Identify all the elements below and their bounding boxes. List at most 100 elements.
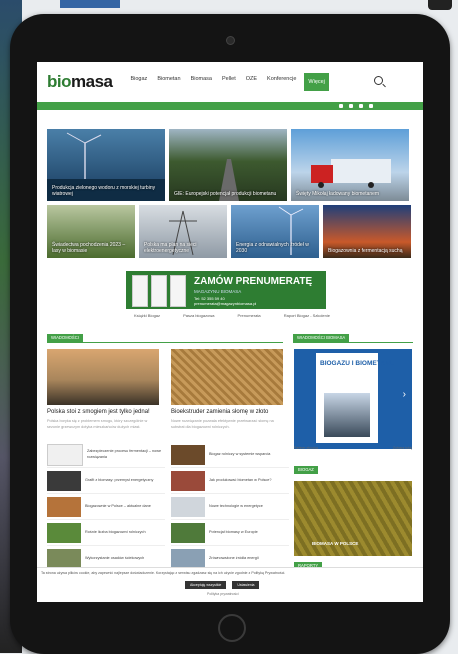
accept-cookies-button[interactable]: Akceptuję wszystkie (185, 581, 227, 589)
list-item[interactable]: Nowe technologie w energetyce (171, 494, 289, 520)
thumbnail (47, 470, 81, 491)
logo-masa: masa (71, 72, 113, 91)
banner-subtitle: MAGAZYNU BIOMASA (194, 289, 242, 294)
list-item[interactable]: Biogazownie w Polsce – aktualne dane (47, 494, 165, 520)
ebook-partner: Partner ebooka (294, 446, 318, 450)
ebook-photo (324, 393, 370, 437)
list-item-title: Zabezpieczenie procesu fermentacji – now… (87, 449, 162, 459)
article-title: GIE: Europejski potencjał produkcji biom… (174, 191, 277, 197)
nav-pellet[interactable]: Pellet (220, 73, 238, 91)
twitter-icon[interactable] (359, 104, 363, 108)
main-nav: Biogaz Biometan Biomasa Pellet OZE Konfe… (128, 73, 329, 91)
thumbnail (47, 548, 81, 569)
featured-excerpt: Polska boryka się z problemem smogu, któ… (47, 419, 148, 429)
nav-biometan[interactable]: Biometan (155, 73, 182, 91)
ebook-footer: Partner ebooka Zobacz tutaj (294, 446, 412, 450)
article-title: Biogazownia z fermentacją suchą (328, 248, 403, 254)
article-tile[interactable]: Biogazownia z fermentacją suchą (323, 205, 411, 258)
thumbnail (47, 522, 81, 543)
magazine-cover (132, 275, 148, 307)
featured-title[interactable]: Bioekstruder zamienia słomę w złoto (171, 409, 268, 415)
banner-title: ZAMÓW PRENUMERATĘ (194, 276, 313, 287)
list-item[interactable]: Potencjał biomasy w Europie (171, 520, 289, 546)
article-tile[interactable]: GIE: Europejski potencjał produkcji biom… (169, 129, 287, 201)
magazine-links: Książki Biogaz Pasza biogazowa Prenumera… (134, 313, 330, 318)
cookie-banner: Ta strona używa plików cookie, aby zapew… (37, 567, 423, 602)
home-button[interactable] (218, 614, 246, 642)
article-grid: Produkcja zielonego wodoru z morskiej tu… (47, 129, 413, 258)
banner-email: prenumerata@magazynbiomasa.pl (194, 301, 257, 307)
news-list-right: Biogaz rolniczy w systemie wsparcia Jak … (171, 442, 289, 572)
article-tile[interactable]: Produkcja zielonego wodoru z morskiej tu… (47, 129, 165, 201)
search-icon[interactable] (374, 76, 383, 85)
youtube-icon[interactable] (369, 104, 373, 108)
ebook-ad[interactable]: BIOGAZU I BIOMETANU › (294, 349, 412, 449)
article-tile[interactable]: Polska ma plan na sieci elektroenergetyc… (139, 205, 227, 258)
nav-biomasa[interactable]: Biomasa (189, 73, 214, 91)
ebook-title: BIOGAZU I BIOMETANU (320, 360, 395, 367)
site-logo[interactable]: biomasa (47, 72, 113, 92)
featured-image[interactable] (171, 349, 283, 405)
list-item-title: Jak produkować biometan w Polsce? (209, 477, 272, 482)
logo-bio: bio (47, 72, 72, 91)
chevron-right-icon[interactable]: › (403, 389, 406, 400)
nav-wiecej[interactable]: Więcej (304, 73, 329, 91)
thumbnail (171, 470, 205, 491)
list-item[interactable]: Jak produkować biometan w Polsce? (171, 468, 289, 494)
featured-excerpt: Nowe rozwiązanie pozwala efektywnie prze… (171, 419, 274, 429)
article-tile[interactable]: Świadectwa pochodzenia 2023 – lasy w bio… (47, 205, 135, 258)
camera-icon (226, 36, 235, 45)
article-tile[interactable]: Energia z odnawialnych źródeł w 2030 (231, 205, 319, 258)
divider (293, 342, 413, 343)
magazine-cover (151, 275, 167, 307)
list-item[interactable]: Rośnie liczba biogazowni rolniczych (47, 520, 165, 546)
thumbnail (171, 444, 205, 465)
featured-title[interactable]: Polska stoi z smogiem jest tylko jedna! (47, 409, 150, 415)
website-screen: biomasa Biogaz Biometan Biomasa Pellet O… (37, 62, 423, 602)
article-tile[interactable]: Święty Mikołaj ładowany biometanem (291, 129, 409, 201)
list-item[interactable]: Grafit z biomasy: przemysł energetyczny (47, 468, 165, 494)
side-feature[interactable]: BIOMASA W POLSCE (294, 481, 412, 556)
list-item-title: Biogaz rolniczy w systemie wsparcia (209, 451, 271, 456)
article-title: Polska ma plan na sieci elektroenergetyc… (144, 242, 197, 254)
nav-konferencje[interactable]: Konferencje (265, 73, 298, 91)
nav-oze[interactable]: OZE (244, 73, 259, 91)
news-list-left: Zabezpieczenie procesu fermentacji – now… (47, 442, 165, 572)
facebook-icon[interactable] (339, 104, 343, 108)
linkedin-icon[interactable] (349, 104, 353, 108)
background-top (60, 0, 120, 8)
list-item-title: Grafit z biomasy: przemysł energetyczny (85, 477, 154, 482)
list-item[interactable]: Zabezpieczenie procesu fermentacji – now… (47, 442, 165, 468)
article-title: Święty Mikołaj ładowany biometanem (296, 191, 380, 197)
list-item[interactable]: Biogaz rolniczy w systemie wsparcia (171, 442, 289, 468)
section-tag: BIOGAZ (294, 466, 318, 474)
section-tag: WIADOMOŚCI BIOMASA (293, 334, 350, 342)
privacy-policy-link[interactable]: Polityka prywatności (207, 592, 239, 596)
tablet-frame: biomasa Biogaz Biometan Biomasa Pellet O… (10, 14, 450, 654)
ebook-link[interactable]: Zobacz tutaj (393, 446, 412, 450)
cookie-settings-button[interactable]: Ustawienia (232, 581, 260, 589)
list-item-title: Biogazownie w Polsce – aktualne dane (85, 503, 151, 508)
article-title: Produkcja zielonego wodoru z morskiej tu… (52, 185, 156, 197)
banner-details: Tel: 52 355 59 40 prenumerata@magazynbio… (194, 296, 256, 306)
thumbnail (47, 496, 81, 517)
mag-link[interactable]: Raport Biogaz - Szkolenie (284, 313, 330, 318)
section-tag: WIADOMOŚCI (47, 334, 83, 342)
social-bar (37, 102, 423, 110)
list-item-title: Zrównoważone źródła energii (209, 555, 259, 560)
background-right (428, 0, 452, 10)
cookie-text: Ta strona używa plików cookie, aby zapew… (41, 571, 286, 575)
featured-image[interactable] (47, 349, 159, 405)
list-item-title: Nowe technologie w energetyce (209, 503, 263, 508)
mag-link[interactable]: Pasza biogazowa (183, 313, 214, 318)
thumbnail (171, 496, 205, 517)
mag-link[interactable]: Prenumerata (238, 313, 261, 318)
article-title: Energia z odnawialnych źródeł w 2030 (236, 242, 309, 254)
mag-link[interactable]: Książki Biogaz (134, 313, 160, 318)
side-feature-caption: BIOMASA W POLSCE (312, 540, 359, 546)
divider (47, 342, 283, 343)
subscription-banner[interactable]: ZAMÓW PRENUMERATĘ MAGAZYNU BIOMASA Tel: … (126, 271, 326, 309)
header: biomasa Biogaz Biometan Biomasa Pellet O… (37, 62, 423, 102)
nav-biogaz[interactable]: Biogaz (128, 73, 149, 91)
thumbnail (171, 522, 205, 543)
